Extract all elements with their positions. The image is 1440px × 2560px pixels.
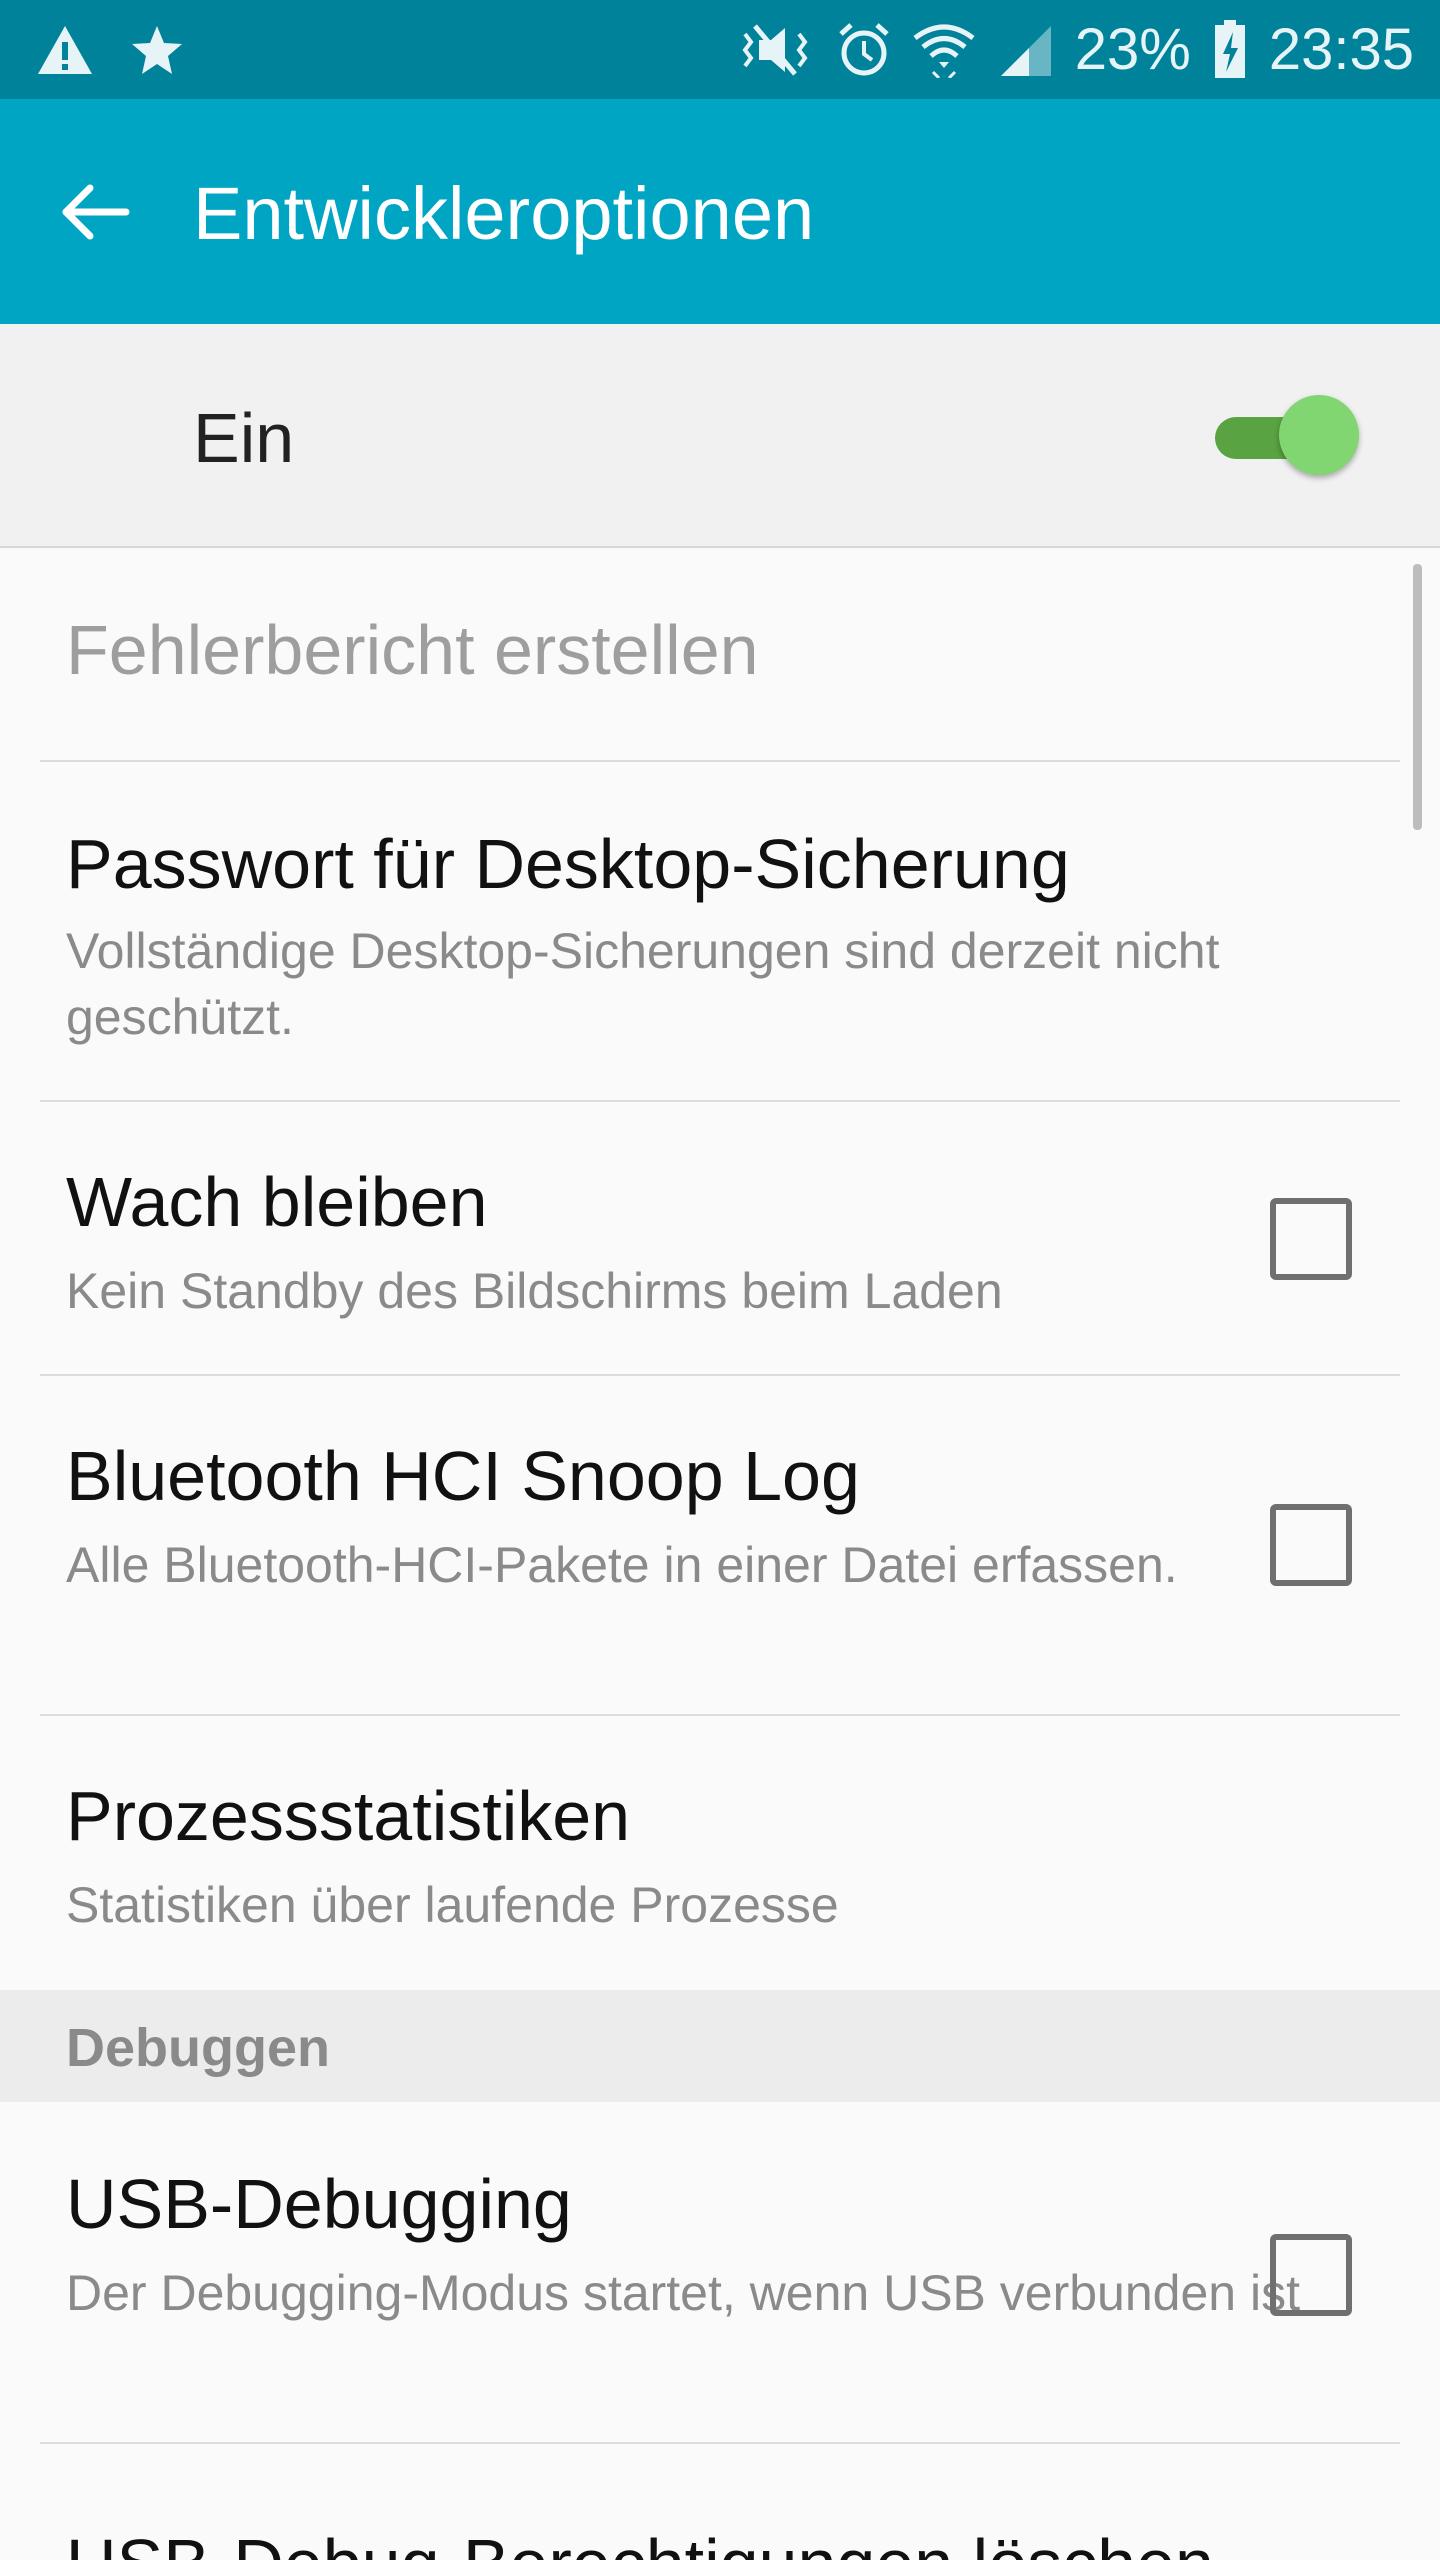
list-item-usb-debugging[interactable]: USB-Debugging Der Debugging-Modus starte… (0, 2102, 1440, 2442)
item-subtitle: Vollständige Desktop-Sicherungen sind de… (66, 923, 1220, 1045)
master-switch-row[interactable]: Ein (0, 324, 1440, 548)
wifi-icon (913, 22, 975, 78)
status-bar: 23% 23:35 (0, 0, 1440, 99)
app-bar: Entwickleroptionen (0, 99, 1440, 324)
status-left (36, 0, 184, 99)
item-title: Prozessstatistiken (66, 1777, 631, 1855)
item-subtitle: Kein Standby des Bildschirms beim Laden (66, 1263, 1003, 1319)
list-item-bug-report[interactable]: Fehlerbericht erstellen (0, 548, 1440, 760)
list-item-process-stats[interactable]: Prozessstatistiken Statistiken über lauf… (0, 1716, 1440, 1990)
battery-charging-icon (1213, 19, 1247, 80)
bluetooth-hci-snoop-log-checkbox[interactable] (1270, 1504, 1352, 1586)
stay-awake-checkbox[interactable] (1270, 1198, 1352, 1280)
item-title: Passwort für Desktop-Sicherung (66, 825, 1070, 903)
master-switch-label: Ein (193, 399, 295, 477)
section-header-label: Debuggen (66, 2018, 330, 2078)
toggle-thumb (1279, 395, 1359, 475)
list-item-bluetooth-hci-snoop-log[interactable]: Bluetooth HCI Snoop Log Alle Bluetooth-H… (0, 1376, 1440, 1714)
item-title: USB-Debug-Berechtigungen löschen (66, 2522, 1214, 2560)
signal-icon (997, 22, 1053, 78)
item-title: Wach bleiben (66, 1163, 488, 1241)
item-title: Fehlerbericht erstellen (66, 611, 759, 689)
battery-percent: 23% (1074, 16, 1191, 82)
mute-vibrate-icon (737, 22, 815, 78)
item-title: Bluetooth HCI Snoop Log (66, 1437, 860, 1515)
item-subtitle: Der Debugging-Modus startet, wenn USB ve… (66, 2265, 1300, 2321)
developer-options-toggle[interactable] (1215, 395, 1365, 475)
back-button[interactable] (40, 159, 150, 269)
item-subtitle: Statistiken über laufende Prozesse (66, 1877, 839, 1933)
item-subtitle: Alle Bluetooth-HCI-Pakete in einer Datei… (66, 1537, 1178, 1593)
clock: 23:35 (1268, 16, 1414, 82)
list-item-desktop-backup-password[interactable]: Passwort für Desktop-Sicherung Vollständ… (0, 762, 1440, 1100)
warning-icon (36, 24, 94, 76)
star-icon (130, 23, 184, 77)
item-title: USB-Debugging (66, 2165, 572, 2243)
arrow-left-icon (60, 182, 130, 247)
list-item-revoke-usb-debug-authorizations[interactable]: USB-Debug-Berechtigungen löschen (0, 2444, 1440, 2560)
section-header-debugging: Debuggen (0, 1990, 1440, 2102)
list-item-stay-awake[interactable]: Wach bleiben Kein Standby des Bildschirm… (0, 1102, 1440, 1374)
usb-debugging-checkbox[interactable] (1270, 2234, 1352, 2316)
alarm-icon (837, 22, 891, 78)
page-title: Entwickleroptionen (193, 172, 815, 255)
status-right: 23% 23:35 (737, 0, 1414, 99)
